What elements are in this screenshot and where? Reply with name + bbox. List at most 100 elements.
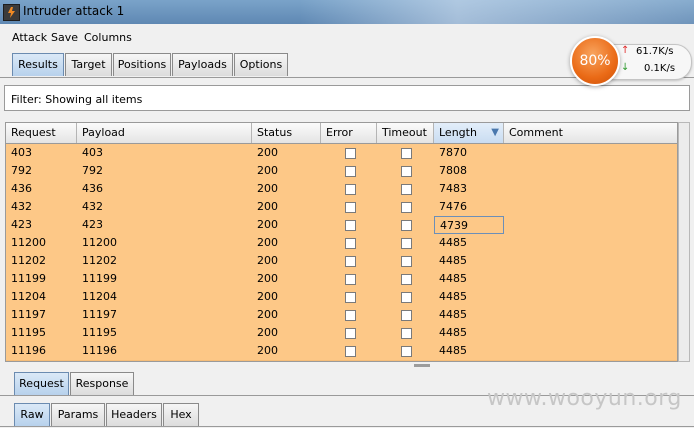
tab-response[interactable]: Response	[70, 372, 134, 395]
cell-length: 4485	[439, 236, 467, 249]
table-vertical-scrollbar[interactable]	[678, 122, 690, 362]
cell-payload: 11195	[82, 326, 117, 339]
cell-length: 7483	[439, 182, 467, 195]
filter-text: Filter: Showing all items	[11, 93, 143, 106]
col-error[interactable]: Error	[321, 123, 377, 143]
error-checkbox	[345, 148, 356, 159]
sort-descending-icon: ▼	[491, 127, 499, 138]
timeout-checkbox	[401, 202, 412, 213]
table-row[interactable]: 436 436 200 7483	[6, 180, 677, 199]
cell-status: 200	[257, 200, 278, 213]
error-checkbox	[345, 310, 356, 321]
tab-options[interactable]: Options	[234, 53, 288, 76]
usage-percent-ball[interactable]: 80%	[570, 36, 620, 86]
cell-request: 11197	[11, 308, 46, 321]
filter-bar[interactable]: Filter: Showing all items	[4, 85, 690, 111]
cell-length: 7808	[439, 164, 467, 177]
cell-request: 436	[11, 182, 32, 195]
timeout-checkbox	[401, 148, 412, 159]
timeout-checkbox	[401, 220, 412, 231]
table-row[interactable]: 11199 11199 200 4485	[6, 270, 677, 289]
table-row[interactable]: 792 792 200 7808	[6, 162, 677, 181]
tab-params[interactable]: Params	[51, 403, 105, 426]
cell-request: 403	[11, 146, 32, 159]
cell-length: 7870	[439, 146, 467, 159]
download-speed: ↓ 0.1K/s	[621, 62, 676, 74]
cell-payload: 11199	[82, 272, 117, 285]
cell-request: 432	[11, 200, 32, 213]
window-title: Intruder attack 1	[23, 4, 125, 18]
col-status[interactable]: Status	[252, 123, 321, 143]
title-bar: Intruder attack 1	[0, 0, 694, 24]
tab-request[interactable]: Request	[14, 372, 69, 395]
watermark-text: www.wooyun.org	[487, 386, 682, 411]
tab-raw[interactable]: Raw	[14, 403, 50, 426]
table-row[interactable]: 11204 11204 200 4485	[6, 288, 677, 307]
split-pane-divider[interactable]	[0, 364, 694, 369]
cell-payload: 11196	[82, 344, 117, 357]
tab-target[interactable]: Target	[65, 53, 112, 76]
table-row[interactable]: 432 432 200 7476	[6, 198, 677, 217]
cell-request: 11195	[11, 326, 46, 339]
cell-request: 11196	[11, 344, 46, 357]
cell-request: 792	[11, 164, 32, 177]
cell-status: 200	[257, 236, 278, 249]
cell-status: 200	[257, 344, 278, 357]
arrow-down-icon: ↓	[621, 62, 630, 73]
tab-positions[interactable]: Positions	[113, 53, 171, 76]
menu-save[interactable]: Save	[51, 31, 78, 44]
cell-length: 4485	[439, 308, 467, 321]
error-checkbox	[345, 292, 356, 303]
table-row[interactable]: 11195 11195 200 4485	[6, 324, 677, 343]
timeout-checkbox	[401, 274, 412, 285]
network-speed-widget[interactable]: 80% ↑ 61.7K/s ↓ 0.1K/s	[568, 36, 692, 86]
download-speed-value: 0.1K/s	[644, 63, 676, 74]
cell-status: 200	[257, 326, 278, 339]
table-row[interactable]: 11196 11196 200 4485	[6, 342, 677, 361]
table-row[interactable]: 423 423 200 4739	[6, 216, 677, 235]
cell-payload: 403	[82, 146, 103, 159]
col-length[interactable]: Length ▼	[434, 123, 504, 143]
cell-payload: 792	[82, 164, 103, 177]
tab-results[interactable]: Results	[12, 53, 64, 76]
cell-length: 4485	[439, 272, 467, 285]
table-row[interactable]: 403 403 200 7870	[6, 144, 677, 163]
error-checkbox	[345, 346, 356, 357]
cell-request: 11199	[11, 272, 46, 285]
col-timeout[interactable]: Timeout	[377, 123, 434, 143]
cell-status: 200	[257, 272, 278, 285]
col-payload[interactable]: Payload	[77, 123, 252, 143]
timeout-checkbox	[401, 184, 412, 195]
error-checkbox	[345, 166, 356, 177]
results-table: Request Payload Status Error Timeout Len…	[5, 122, 678, 362]
table-row[interactable]: 11197 11197 200 4485	[6, 306, 677, 325]
error-checkbox	[345, 202, 356, 213]
tab-payloads[interactable]: Payloads	[172, 53, 233, 76]
cell-length: 4485	[439, 344, 467, 357]
burp-app-icon	[3, 4, 20, 21]
cell-payload: 11197	[82, 308, 117, 321]
menu-columns[interactable]: Columns	[84, 31, 132, 44]
arrow-up-icon: ↑	[621, 45, 630, 56]
table-row[interactable]: 11200 11200 200 4485	[6, 234, 677, 253]
timeout-checkbox	[401, 328, 412, 339]
divider-grip-icon	[414, 364, 430, 367]
cell-status: 200	[257, 308, 278, 321]
cell-length: 4485	[439, 290, 467, 303]
cell-payload: 436	[82, 182, 103, 195]
col-length-label: Length	[439, 126, 477, 139]
col-comment[interactable]: Comment	[504, 123, 677, 143]
tab-headers[interactable]: Headers	[106, 403, 162, 426]
error-checkbox	[345, 184, 356, 195]
error-checkbox	[345, 274, 356, 285]
message-tab-divider	[0, 426, 694, 427]
cell-length-focused[interactable]: 4739	[434, 216, 504, 234]
col-request[interactable]: Request	[6, 123, 77, 143]
tab-hex[interactable]: Hex	[163, 403, 199, 426]
cell-length: 4485	[439, 254, 467, 267]
table-row[interactable]: 11202 11202 200 4485	[6, 252, 677, 271]
cell-status: 200	[257, 164, 278, 177]
cell-payload: 11204	[82, 290, 117, 303]
error-checkbox	[345, 238, 356, 249]
menu-attack[interactable]: Attack	[12, 31, 47, 44]
